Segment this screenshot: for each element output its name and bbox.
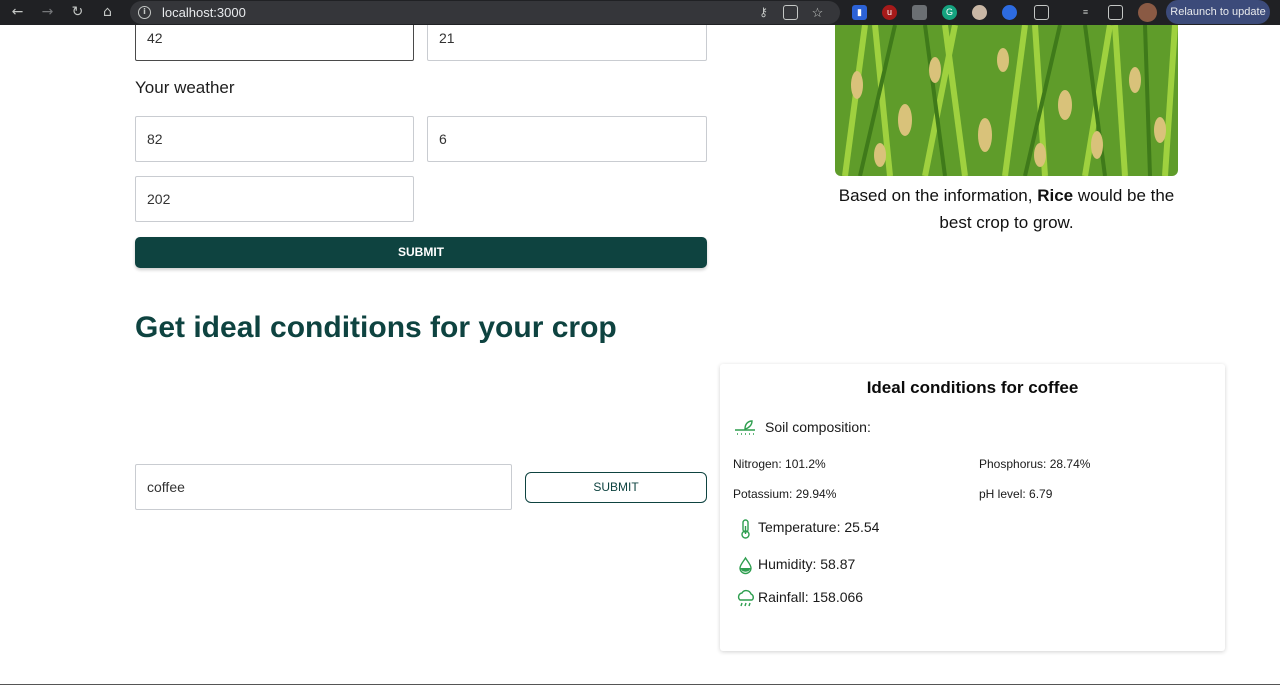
humidity-drop-icon	[739, 556, 752, 575]
reading-list-icon[interactable]: ≡	[1078, 5, 1093, 20]
crop-name-input[interactable]: coffee	[135, 464, 512, 510]
reload-icon[interactable]: ↻	[68, 3, 87, 22]
soil-composition-label: Soil composition:	[765, 419, 871, 435]
home-icon[interactable]: ⌂	[98, 3, 117, 22]
ideal-conditions-card: Ideal conditions for coffee Soil composi…	[720, 364, 1225, 651]
rice-crop-image	[835, 25, 1178, 176]
recommended-crop: Rice	[1037, 186, 1074, 205]
card-title: Ideal conditions for coffee	[866, 378, 1079, 397]
extensions-puzzle-icon[interactable]	[1034, 5, 1049, 20]
page-content: 42 21 Your weather 82 6 202 SUBMIT Based…	[0, 25, 1280, 685]
ideal-submit-button[interactable]: SUBMIT	[525, 472, 707, 503]
extension-icon[interactable]	[912, 5, 927, 20]
grammarly-extension-icon[interactable]: G	[942, 5, 957, 20]
phosphorus-value: Phosphorus: 28.74%	[979, 457, 1091, 471]
password-key-icon[interactable]: ⚷	[756, 5, 771, 20]
address-bar[interactable]: i localhost:3000	[130, 1, 840, 24]
forward-arrow-icon[interactable]: →	[38, 3, 57, 22]
ideal-conditions-heading: Get ideal conditions for your crop	[135, 311, 617, 344]
install-app-icon[interactable]	[783, 5, 798, 20]
temperature-input[interactable]: 82	[135, 116, 414, 162]
back-arrow-icon[interactable]: ←	[8, 3, 27, 22]
rain-cloud-icon	[737, 589, 754, 607]
extension-shield-icon[interactable]	[1002, 5, 1017, 20]
phosphorus-input[interactable]: 21	[427, 25, 707, 61]
address-url: localhost:3000	[162, 5, 246, 20]
ph-input[interactable]: 6	[427, 116, 707, 162]
relaunch-button[interactable]: Relaunch to update	[1166, 0, 1270, 24]
ph-value: pH level: 6.79	[979, 487, 1053, 501]
potassium-value: Potassium: 29.94%	[733, 487, 837, 501]
thermometer-icon	[741, 519, 750, 539]
site-info-icon[interactable]: i	[138, 6, 151, 19]
nitrogen-input[interactable]: 42	[135, 25, 414, 61]
browser-toolbar: ← → ↻ ⌂ i localhost:3000 ⚷ ☆ ▮ u G ≡ Rel…	[0, 0, 1280, 25]
ublock-extension-icon[interactable]: u	[882, 5, 897, 20]
temperature-value: Temperature: 25.54	[758, 519, 880, 535]
recommendation-text: Based on the information, Rice would be …	[835, 182, 1178, 236]
bitwarden-extension-icon[interactable]: ▮	[852, 5, 867, 20]
predict-submit-button[interactable]: SUBMIT	[135, 237, 707, 268]
humidity-value: Humidity: 58.87	[758, 556, 856, 572]
soil-plant-icon	[735, 420, 755, 435]
rainfall-value: Rainfall: 158.066	[758, 589, 864, 605]
extension-avatar-icon[interactable]	[972, 5, 987, 20]
bookmark-star-icon[interactable]: ☆	[810, 5, 825, 20]
profile-avatar-icon[interactable]	[1138, 3, 1157, 22]
side-panel-icon[interactable]	[1108, 5, 1123, 20]
rainfall-input[interactable]: 202	[135, 176, 414, 222]
nitrogen-value: Nitrogen: 101.2%	[733, 457, 826, 471]
weather-label: Your weather	[135, 78, 235, 97]
recommendation-prefix: Based on the information,	[838, 186, 1033, 205]
